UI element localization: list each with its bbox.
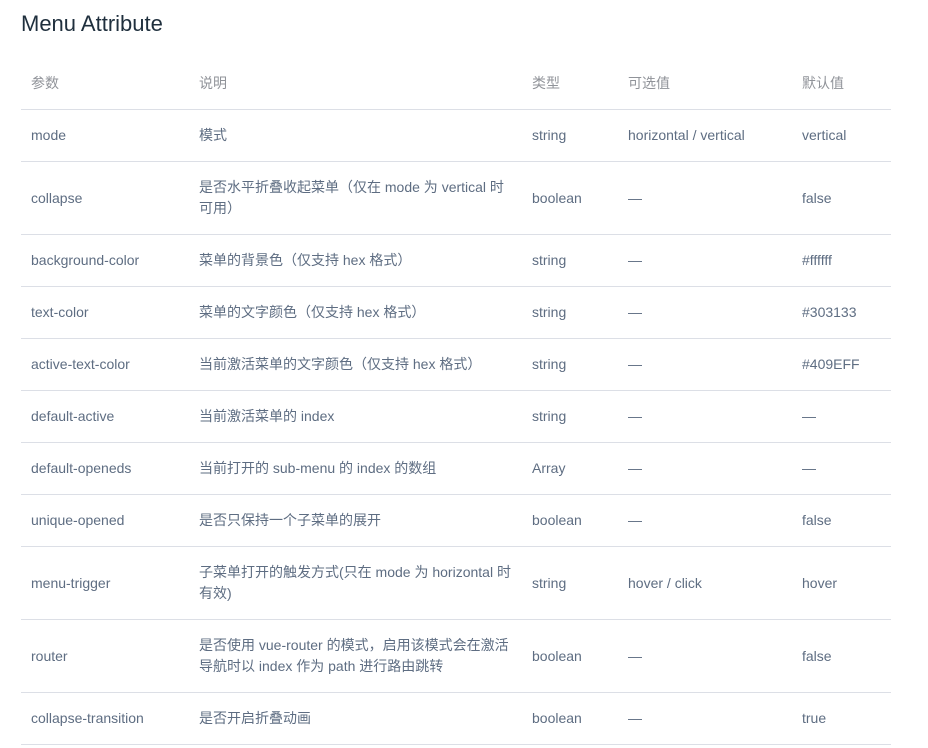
cell-desc: 是否水平折叠收起菜单（仅在 mode 为 vertical 时可用）	[189, 161, 522, 235]
cell-param: mode	[21, 109, 189, 162]
cell-default: —	[792, 442, 891, 495]
cell-param: default-openeds	[21, 442, 189, 495]
table-row: text-color 菜单的文字颜色（仅支持 hex 格式） string — …	[21, 286, 891, 339]
cell-default: false	[792, 619, 891, 693]
page-title: Menu Attribute	[21, 11, 163, 36]
cell-param: collapse	[21, 161, 189, 235]
cell-type: boolean	[522, 494, 618, 547]
cell-desc: 是否只保持一个子菜单的展开	[189, 494, 522, 547]
cell-param: background-color	[21, 234, 189, 287]
table-row: default-active 当前激活菜单的 index string — —	[21, 390, 891, 443]
cell-default: #ffffff	[792, 234, 891, 287]
cell-desc: 模式	[189, 109, 522, 162]
cell-default: true	[792, 692, 891, 745]
table-header-row: 参数 说明 类型 可选值 默认值	[21, 57, 891, 110]
cell-param: router	[21, 619, 189, 693]
cell-param: active-text-color	[21, 338, 189, 391]
cell-param: collapse-transition	[21, 692, 189, 745]
table-row: mode 模式 string horizontal / vertical ver…	[21, 109, 891, 162]
cell-options: —	[618, 494, 792, 547]
table-row: collapse 是否水平折叠收起菜单（仅在 mode 为 vertical 时…	[21, 161, 891, 235]
table-row: unique-opened 是否只保持一个子菜单的展开 boolean — fa…	[21, 494, 891, 547]
cell-param: default-active	[21, 390, 189, 443]
cell-desc: 是否使用 vue-router 的模式，启用该模式会在激活导航时以 index …	[189, 619, 522, 693]
cell-desc: 当前打开的 sub-menu 的 index 的数组	[189, 442, 522, 495]
cell-desc: 菜单的背景色（仅支持 hex 格式）	[189, 234, 522, 287]
table-row: active-text-color 当前激活菜单的文字颜色（仅支持 hex 格式…	[21, 338, 891, 391]
cell-options: —	[618, 692, 792, 745]
cell-type: string	[522, 234, 618, 287]
cell-default: hover	[792, 546, 891, 620]
cell-options: —	[618, 390, 792, 443]
cell-default: false	[792, 494, 891, 547]
cell-default: vertical	[792, 109, 891, 162]
cell-default: #409EFF	[792, 338, 891, 391]
table-row: router 是否使用 vue-router 的模式，启用该模式会在激活导航时以…	[21, 619, 891, 693]
header-type: 类型	[522, 57, 618, 110]
attribute-table: 参数 说明 类型 可选值 默认值 mode 模式 string horizont…	[21, 57, 891, 745]
cell-type: string	[522, 286, 618, 339]
cell-desc: 菜单的文字颜色（仅支持 hex 格式）	[189, 286, 522, 339]
cell-default: #303133	[792, 286, 891, 339]
header-desc: 说明	[189, 57, 522, 110]
cell-desc: 子菜单打开的触发方式(只在 mode 为 horizontal 时有效)	[189, 546, 522, 620]
cell-options: —	[618, 619, 792, 693]
cell-desc: 当前激活菜单的文字颜色（仅支持 hex 格式）	[189, 338, 522, 391]
table-row: collapse-transition 是否开启折叠动画 boolean — t…	[21, 692, 891, 745]
cell-type: string	[522, 109, 618, 162]
cell-options: horizontal / vertical	[618, 109, 792, 162]
cell-options: —	[618, 338, 792, 391]
cell-type: boolean	[522, 161, 618, 235]
cell-options: —	[618, 442, 792, 495]
table-row: background-color 菜单的背景色（仅支持 hex 格式） stri…	[21, 234, 891, 287]
table-row: menu-trigger 子菜单打开的触发方式(只在 mode 为 horizo…	[21, 546, 891, 620]
cell-default: —	[792, 390, 891, 443]
cell-desc: 当前激活菜单的 index	[189, 390, 522, 443]
header-options: 可选值	[618, 57, 792, 110]
cell-type: Array	[522, 442, 618, 495]
cell-param: unique-opened	[21, 494, 189, 547]
cell-options: —	[618, 234, 792, 287]
cell-param: menu-trigger	[21, 546, 189, 620]
header-param: 参数	[21, 57, 189, 110]
cell-type: string	[522, 338, 618, 391]
cell-type: boolean	[522, 619, 618, 693]
cell-param: text-color	[21, 286, 189, 339]
cell-options: —	[618, 286, 792, 339]
cell-type: string	[522, 390, 618, 443]
page: Menu Attribute 参数 说明 类型 可选值 默认值 mode 模式 …	[0, 0, 928, 748]
table-row: default-openeds 当前打开的 sub-menu 的 index 的…	[21, 442, 891, 495]
cell-default: false	[792, 161, 891, 235]
cell-type: string	[522, 546, 618, 620]
cell-options: —	[618, 161, 792, 235]
cell-options: hover / click	[618, 546, 792, 620]
cell-desc: 是否开启折叠动画	[189, 692, 522, 745]
cell-type: boolean	[522, 692, 618, 745]
header-default: 默认值	[792, 57, 891, 110]
